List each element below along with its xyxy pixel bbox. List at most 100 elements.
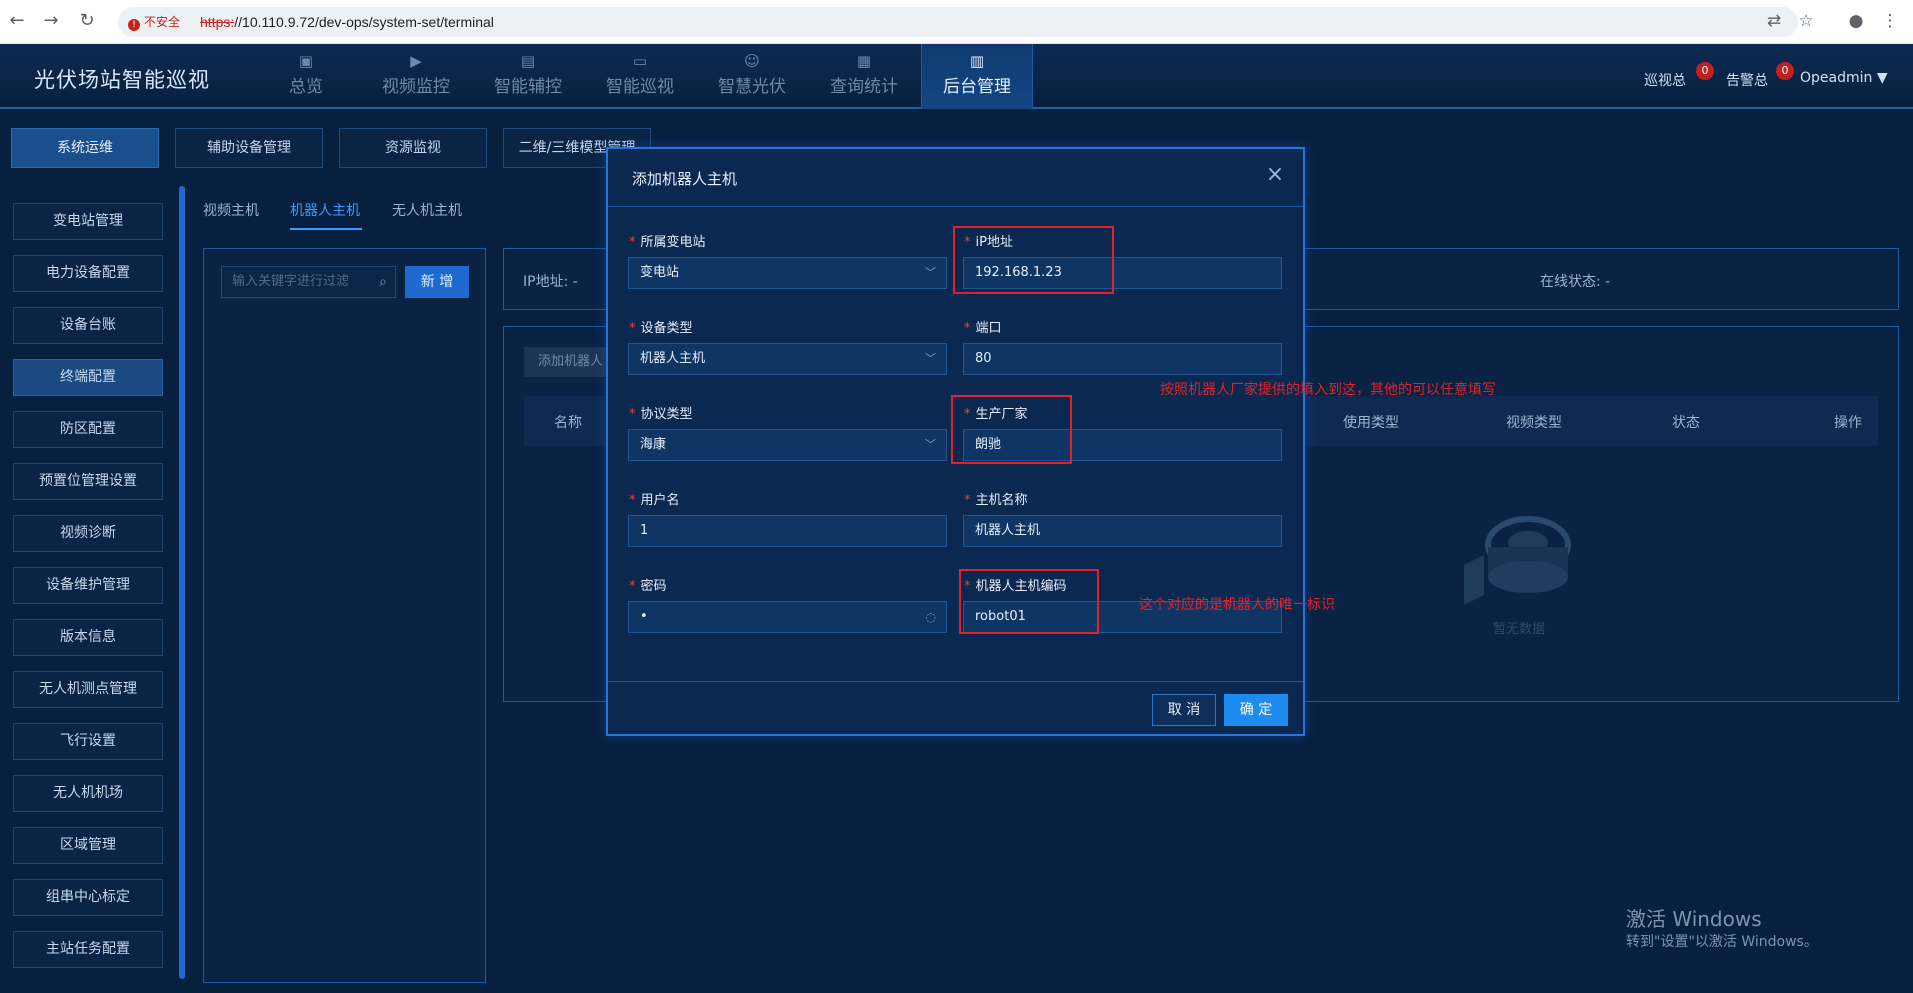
- col-status: 状态: [1672, 415, 1700, 431]
- ip-info-label: IP地址: -: [523, 274, 578, 290]
- address-bar[interactable]: ! 不安全 https://10.110.9.72/dev-ops/system-…: [118, 7, 1798, 37]
- sidebar-scrollbar[interactable]: [179, 186, 185, 979]
- col-operation: 操作: [1834, 415, 1862, 431]
- sidebar-item-ledger[interactable]: 设备台账: [13, 307, 163, 344]
- tab-video-host[interactable]: 视频主机: [203, 200, 259, 220]
- nav-admin[interactable]: ▥ 后台管理: [921, 44, 1033, 109]
- hostname-label: * 主机名称: [964, 493, 1028, 508]
- sidebar-item-power-device[interactable]: 电力设备配置: [13, 255, 163, 292]
- vendor-annotation: 按照机器人厂家提供的填入到这，其他的可以任意填写: [1160, 382, 1496, 398]
- add-button[interactable]: 新 增: [405, 266, 469, 298]
- sidebar-item-station[interactable]: 变电站管理: [13, 203, 163, 240]
- app-header: 光伏场站智能巡视 ▣ 总览 ▶ 视频监控 ▤ 智能辅控 ▭ 智能巡视 ☺ 智慧光伏 ▦ 查询…: [0, 44, 1913, 109]
- ip-highlight-box: [953, 226, 1114, 294]
- dialog-title: 添加机器人主机: [632, 170, 738, 188]
- sidebar-item-video-diag[interactable]: 视频诊断: [13, 515, 163, 552]
- online-status-label: 在线状态: -: [1540, 274, 1611, 290]
- dialog-footer-divider: [608, 681, 1303, 682]
- monitor-icon: ▭: [632, 52, 648, 70]
- chevron-down-icon: ﹀: [925, 352, 936, 365]
- sidebar-item-version[interactable]: 版本信息: [13, 619, 163, 656]
- vendor-highlight-box: [951, 395, 1072, 464]
- warning-icon: !: [128, 19, 140, 31]
- tree-panel: [203, 248, 486, 983]
- more-icon[interactable]: ⋮: [1878, 9, 1902, 33]
- caret-down-icon: ▼: [1876, 70, 1888, 86]
- star-icon[interactable]: ☆: [1794, 9, 1818, 33]
- subtab-aux[interactable]: 辅助设备管理: [175, 128, 323, 168]
- alarm-total-label[interactable]: 告警总: [1726, 70, 1768, 90]
- url-text: https://10.110.9.72/dev-ops/system-set/t…: [200, 14, 494, 30]
- username-input[interactable]: 1: [628, 515, 947, 547]
- reload-icon[interactable]: ↻: [74, 8, 100, 34]
- password-input[interactable]: • ◌: [628, 601, 947, 633]
- subtab-ops[interactable]: 系统运维: [11, 128, 159, 168]
- windows-watermark-subtitle: 转到"设置"以激活 Windows。: [1626, 934, 1818, 950]
- book-icon: ▥: [969, 52, 985, 70]
- tab-drone-host[interactable]: 无人机主机: [392, 200, 462, 220]
- station-select[interactable]: 变电站 ﹀: [628, 257, 947, 289]
- windows-watermark-title: 激活 Windows: [1626, 907, 1762, 931]
- confirm-button[interactable]: 确 定: [1224, 694, 1288, 726]
- patrol-count-badge: 0: [1696, 62, 1714, 80]
- chevron-down-icon: ﹀: [925, 266, 936, 279]
- code-highlight-box: [959, 569, 1099, 634]
- protocol-label: * 协议类型: [629, 407, 693, 422]
- empty-data-icon: [1464, 516, 1571, 605]
- col-video-type: 视频类型: [1506, 415, 1562, 431]
- dashboard-icon: ▣: [298, 52, 314, 70]
- station-label: * 所属变电站: [629, 235, 706, 250]
- nav-control[interactable]: ▤ 智能辅控: [472, 44, 584, 109]
- video-icon: ▶: [410, 52, 422, 70]
- user-menu[interactable]: Opeadmin ▼: [1800, 70, 1888, 86]
- device-type-select[interactable]: 机器人主机 ﹀: [628, 343, 947, 375]
- translate-icon[interactable]: ⇄: [1762, 9, 1786, 33]
- dialog-header: 添加机器人主机 ×: [608, 149, 1303, 207]
- app-title: 光伏场站智能巡视: [34, 68, 210, 92]
- code-annotation: 这个对应的是机器人的唯一标识: [1139, 597, 1335, 613]
- protocol-select[interactable]: 海康 ﹀: [628, 429, 947, 461]
- control-icon: ▤: [520, 52, 536, 70]
- password-label: * 密码: [629, 579, 667, 594]
- device-type-label: * 设备类型: [629, 321, 693, 336]
- port-label: * 端口: [964, 321, 1002, 336]
- back-icon[interactable]: ←: [4, 8, 30, 34]
- sidebar-item-string-center[interactable]: 组串中心标定: [13, 879, 163, 916]
- nav-stats[interactable]: ▦ 查询统计: [808, 44, 920, 109]
- col-name: 名称: [554, 415, 582, 431]
- hostname-input[interactable]: 机器人主机: [963, 515, 1282, 547]
- tab-robot-host[interactable]: 机器人主机: [290, 200, 360, 220]
- search-icon[interactable]: ⌕: [379, 267, 387, 297]
- sidebar-item-task[interactable]: 主站任务配置: [13, 931, 163, 968]
- browser-toolbar: ← → ↻ ! 不安全 https://10.110.9.72/dev-ops/s…: [0, 0, 1913, 44]
- sidebar-item-maintenance[interactable]: 设备维护管理: [13, 567, 163, 604]
- col-use-type: 使用类型: [1343, 415, 1399, 431]
- alarm-count-badge: 0: [1776, 62, 1794, 80]
- close-icon[interactable]: ×: [1263, 163, 1287, 187]
- nav-overview[interactable]: ▣ 总览: [250, 44, 362, 109]
- sidebar-item-drone-points[interactable]: 无人机测点管理: [13, 671, 163, 708]
- report-icon: ▦: [856, 52, 872, 70]
- sidebar-item-preset[interactable]: 预置位管理设置: [13, 463, 163, 500]
- insecure-badge[interactable]: ! 不安全: [128, 13, 180, 31]
- chevron-down-icon: ﹀: [925, 438, 936, 451]
- active-tab-indicator: [290, 228, 362, 230]
- nav-patrol[interactable]: ▭ 智能巡视: [584, 44, 696, 109]
- cancel-button[interactable]: 取 消: [1152, 694, 1216, 726]
- eye-slash-icon[interactable]: ◌: [926, 602, 936, 632]
- sidebar-item-zone[interactable]: 防区配置: [13, 411, 163, 448]
- patrol-total-label[interactable]: 巡视总: [1644, 70, 1686, 90]
- nav-pv[interactable]: ☺ 智慧光伏: [696, 44, 808, 109]
- empty-text: 暂无数据: [1493, 622, 1546, 637]
- forward-icon[interactable]: →: [38, 8, 64, 34]
- filter-input[interactable]: 输入关键字进行过滤 ⌕: [221, 266, 396, 298]
- sidebar-item-flight[interactable]: 飞行设置: [13, 723, 163, 760]
- sidebar-item-area[interactable]: 区域管理: [13, 827, 163, 864]
- sidebar-item-terminal[interactable]: 终端配置: [13, 359, 163, 396]
- add-robot-button[interactable]: 添加机器人: [524, 347, 614, 377]
- sidebar-item-drone-base[interactable]: 无人机机场: [13, 775, 163, 812]
- port-input[interactable]: 80: [963, 343, 1282, 375]
- profile-icon[interactable]: ●: [1844, 9, 1868, 33]
- subtab-resource[interactable]: 资源监视: [339, 128, 487, 168]
- nav-video[interactable]: ▶ 视频监控: [360, 44, 472, 109]
